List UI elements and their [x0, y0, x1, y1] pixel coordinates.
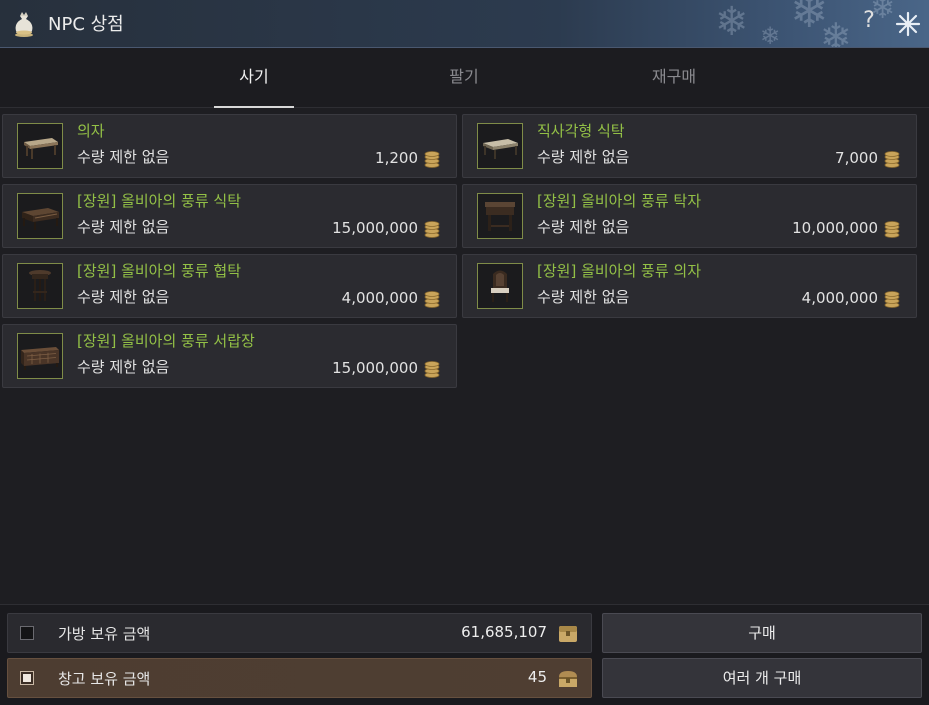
inventory-bag-icon: [559, 626, 577, 642]
item-limit: 수량 제한 없음: [77, 288, 170, 306]
console-table-icon: [485, 202, 515, 231]
snowflake-decoration-icon: ❄: [820, 15, 852, 48]
item-limit: 수량 제한 없음: [537, 218, 630, 236]
side-table-icon: [29, 270, 51, 301]
item-limit: 수량 제한 없음: [537, 288, 630, 306]
item-price: 4,000,000: [801, 289, 878, 307]
item-name: [장원] 올비아의 풍류 의자: [537, 262, 702, 280]
tab-rebuy[interactable]: 재구매: [634, 48, 714, 108]
item-thumbnail: [17, 123, 63, 169]
shop-item[interactable]: [장원] 올비아의 풍류 협탁 수량 제한 없음 4,000,000: [2, 254, 457, 318]
money-pouch-icon: [15, 12, 33, 37]
bag-money-label: 가방 보유 금액: [58, 625, 151, 643]
storage-chest-icon: [559, 671, 577, 687]
shop-item[interactable]: 의자 수량 제한 없음 1,200: [2, 114, 457, 178]
item-price: 4,000,000: [341, 289, 418, 307]
dining-table-icon: [22, 208, 59, 230]
item-name: 의자: [77, 122, 105, 140]
item-price: 7,000: [835, 149, 878, 167]
item-name: [장원] 올비아의 풍류 협탁: [77, 262, 242, 280]
silver-coin-icon: [884, 291, 900, 308]
chair-icon: [491, 270, 509, 302]
silver-coin-icon: [424, 151, 440, 168]
item-thumbnail: [17, 333, 63, 379]
bag-money-row[interactable]: 가방 보유 금액 61,685,107: [7, 613, 592, 653]
tab-bar: 사기 팔기 재구매: [0, 48, 929, 108]
storage-money-amount: 45: [527, 668, 547, 686]
item-limit: 수량 제한 없음: [77, 218, 170, 236]
close-icon[interactable]: [894, 10, 922, 38]
silver-coin-icon: [424, 291, 440, 308]
footer-panel: 가방 보유 금액 61,685,107 창고 보유 금액 45 구매 여러 개 …: [0, 604, 929, 705]
silver-coin-icon: [424, 361, 440, 378]
item-price: 10,000,000: [792, 219, 878, 237]
storage-money-label: 창고 보유 금액: [58, 670, 151, 688]
item-limit: 수량 제한 없음: [537, 148, 630, 166]
item-price: 15,000,000: [332, 219, 418, 237]
shop-item[interactable]: [장원] 올비아의 풍류 서랍장 수량 제한 없음 15,000,000: [2, 324, 457, 388]
snowflake-decoration-icon: ❄: [760, 22, 781, 48]
item-limit: 수량 제한 없음: [77, 148, 170, 166]
tab-sell[interactable]: 팔기: [424, 48, 504, 108]
item-price: 1,200: [375, 149, 418, 167]
item-thumbnail: [477, 193, 523, 239]
tab-buy[interactable]: 사기: [214, 48, 294, 108]
item-thumbnail: [17, 263, 63, 309]
buy-button[interactable]: 구매: [602, 613, 922, 653]
item-price: 15,000,000: [332, 359, 418, 377]
bag-money-checkbox[interactable]: [20, 626, 34, 640]
bag-money-amount: 61,685,107: [461, 623, 547, 641]
item-limit: 수량 제한 없음: [77, 358, 170, 376]
silver-coin-icon: [884, 151, 900, 168]
snowflake-decoration-icon: ❄: [715, 0, 749, 45]
item-name: [장원] 올비아의 풍류 탁자: [537, 192, 702, 210]
rectangular-table-icon: [483, 139, 518, 159]
help-button[interactable]: ?: [857, 8, 881, 38]
item-thumbnail: [477, 263, 523, 309]
item-thumbnail: [477, 123, 523, 169]
shop-item[interactable]: [장원] 올비아의 풍류 식탁 수량 제한 없음 15,000,000: [2, 184, 457, 248]
item-name: 직사각형 식탁: [537, 122, 625, 140]
item-name: [장원] 올비아의 풍류 서랍장: [77, 332, 255, 350]
storage-money-row[interactable]: 창고 보유 금액 45: [7, 658, 592, 698]
shop-item[interactable]: [장원] 올비아의 풍류 탁자 수량 제한 없음 10,000,000: [462, 184, 917, 248]
buy-multiple-button[interactable]: 여러 개 구매: [602, 658, 922, 698]
silver-coin-icon: [884, 221, 900, 238]
window-title: NPC 상점: [48, 14, 124, 35]
shop-item[interactable]: [장원] 올비아의 풍류 의자 수량 제한 없음 4,000,000: [462, 254, 917, 318]
storage-money-checkbox[interactable]: [20, 671, 34, 685]
shop-item[interactable]: 직사각형 식탁 수량 제한 없음 7,000: [462, 114, 917, 178]
item-thumbnail: [17, 193, 63, 239]
wooden-bench-icon: [24, 138, 58, 159]
title-bar: ❄ ❄ ❄ ❄ ❄ NPC 상점 ?: [0, 0, 929, 48]
silver-coin-icon: [424, 221, 440, 238]
item-name: [장원] 올비아의 풍류 식탁: [77, 192, 242, 210]
drawer-cabinet-icon: [21, 347, 59, 370]
